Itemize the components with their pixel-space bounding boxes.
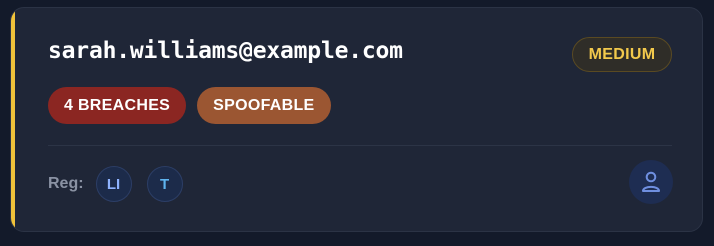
spoofable-tag: SPOOFABLE (197, 87, 331, 124)
identity-card: sarah.williams@example.com MEDIUM 4 BREA… (10, 7, 703, 232)
registration-chip-li[interactable]: LI (95, 166, 132, 202)
breaches-tag: 4 BREACHES (48, 87, 187, 124)
divider (48, 145, 672, 146)
severity-badge: MEDIUM (572, 37, 672, 72)
tag-list: 4 BREACHES SPOOFABLE (48, 87, 331, 124)
registrations-row: Reg: LI T (48, 166, 198, 202)
registration-chip-t[interactable]: T (146, 166, 183, 202)
email-address: sarah.williams@example.com (48, 38, 403, 64)
profile-button[interactable] (629, 160, 673, 204)
registrations-label: Reg: (48, 175, 84, 192)
user-icon (642, 171, 660, 192)
severity-accent-bar (11, 8, 15, 231)
